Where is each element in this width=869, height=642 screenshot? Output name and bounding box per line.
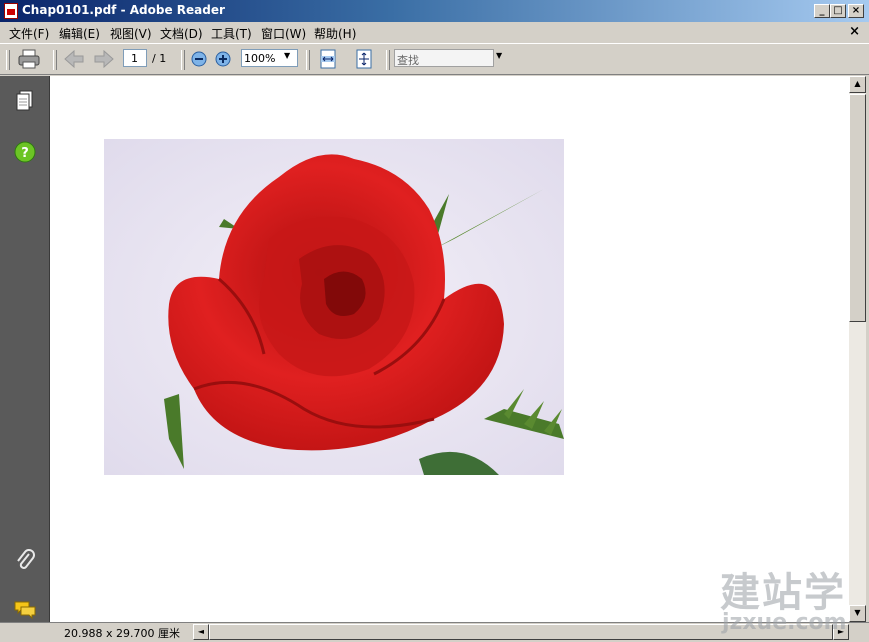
watermark-url: jzxue.com: [722, 610, 847, 635]
comments-icon: [14, 601, 36, 620]
page-size-label: 20.988 x 29.700 厘米: [64, 627, 180, 640]
attachment-icon: [17, 549, 35, 569]
page-number-input[interactable]: 1: [123, 49, 147, 67]
help-icon: ?: [14, 141, 36, 163]
minimize-button[interactable]: _: [814, 4, 830, 18]
fit-page-button[interactable]: [352, 48, 376, 70]
menu-file[interactable]: 文件(F): [9, 25, 49, 42]
pdf-file-icon: [4, 3, 18, 19]
arrow-left-icon: [64, 49, 84, 69]
menu-edit[interactable]: 编辑(E): [59, 25, 100, 42]
print-button[interactable]: [17, 48, 41, 70]
pages-icon: [16, 90, 33, 111]
rose-image: [104, 139, 564, 475]
zoom-out-icon: [191, 51, 207, 67]
attachments-panel-button[interactable]: [13, 548, 37, 572]
window-title: Chap0101.pdf - Adobe Reader: [22, 3, 225, 17]
arrow-right-icon: [94, 49, 114, 69]
close-document-button[interactable]: ×: [849, 24, 860, 39]
next-page-button[interactable]: [92, 48, 116, 70]
toolbar-grip[interactable]: [181, 50, 185, 70]
close-button[interactable]: ×: [848, 4, 864, 18]
site-watermark: 建站学 jzxue.com: [720, 560, 865, 640]
document-view[interactable]: [50, 76, 849, 622]
title-bar: Chap0101.pdf - Adobe Reader _ □ ×: [0, 0, 869, 22]
fit-width-icon: [320, 49, 336, 69]
help-panel-button[interactable]: ?: [13, 140, 37, 164]
toolbar-grip[interactable]: [306, 50, 310, 70]
zoom-in-button[interactable]: [212, 48, 236, 70]
printer-icon: [18, 49, 40, 69]
navigation-pane: ?: [0, 76, 50, 622]
page-total: / 1: [152, 52, 167, 65]
comments-panel-button[interactable]: [13, 598, 37, 622]
fit-width-button[interactable]: [316, 48, 340, 70]
previous-page-button[interactable]: [62, 48, 86, 70]
maximize-button[interactable]: □: [830, 4, 846, 18]
menu-tools[interactable]: 工具(T): [211, 25, 252, 42]
menu-bar: 文件(F) 编辑(E) 视图(V) 文档(D) 工具(T) 窗口(W) 帮助(H…: [0, 22, 869, 42]
find-dropdown-icon[interactable]: ▼: [496, 51, 502, 60]
zoom-dropdown-icon[interactable]: ▼: [284, 51, 290, 60]
scroll-up-button[interactable]: ▲: [849, 76, 866, 93]
zoom-in-icon: [215, 51, 231, 67]
svg-text:?: ?: [21, 146, 29, 161]
menu-window[interactable]: 窗口(W): [261, 25, 306, 42]
scroll-left-button[interactable]: ◄: [193, 624, 209, 640]
vertical-scroll-thumb[interactable]: [849, 94, 866, 322]
pages-panel-button[interactable]: [13, 89, 37, 113]
toolbar: 1 / 1 100% ▼ 查找 ▼: [0, 43, 869, 75]
find-input[interactable]: 查找: [394, 49, 494, 67]
toolbar-grip[interactable]: [53, 50, 57, 70]
menu-help[interactable]: 帮助(H): [314, 25, 356, 42]
toolbar-grip[interactable]: [6, 50, 10, 70]
zoom-out-button[interactable]: [188, 48, 212, 70]
vertical-scrollbar[interactable]: ▲ ▼: [849, 76, 866, 622]
fit-page-icon: [356, 49, 372, 69]
toolbar-grip[interactable]: [386, 50, 390, 70]
menu-document[interactable]: 文档(D): [160, 25, 203, 42]
menu-view[interactable]: 视图(V): [110, 25, 152, 42]
